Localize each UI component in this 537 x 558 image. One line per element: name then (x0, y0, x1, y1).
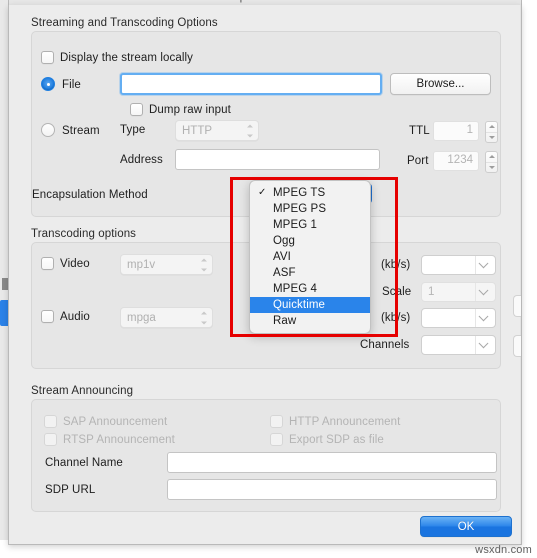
chevron-down-icon (475, 309, 491, 327)
display-stream-locally-label: Display the stream locally (60, 52, 193, 64)
scale-value: 1 (428, 286, 435, 298)
ttl-input[interactable]: 1 (433, 121, 479, 141)
menu-item-mpeg-4[interactable]: MPEG 4 (250, 281, 370, 297)
file-radio[interactable] (41, 77, 55, 91)
ttl-stepper-down[interactable] (486, 131, 497, 143)
port-input[interactable]: 1234 (433, 151, 479, 171)
video-bitrate-unit-label: (kb/s) (381, 259, 411, 271)
stream-type-label: Type (120, 124, 146, 136)
audio-bitrate-combo[interactable] (421, 308, 496, 328)
http-announcement-checkbox[interactable] (270, 415, 283, 428)
menu-item-ogg[interactable]: Ogg (250, 233, 370, 249)
announcing-group-label: Stream Announcing (31, 385, 134, 397)
window-title: Open Source (9, 0, 521, 3)
menu-item-quicktime[interactable]: Quicktime (250, 297, 370, 313)
stream-radio-label: Stream (62, 125, 100, 137)
chevron-down-icon (475, 336, 491, 354)
file-path-input[interactable] (120, 73, 382, 95)
channel-name-input[interactable] (167, 452, 497, 473)
rtsp-announcement-checkbox[interactable] (44, 433, 57, 446)
http-announcement-label: HTTP Announcement (289, 416, 401, 428)
video-checkbox[interactable] (41, 257, 54, 270)
menu-item-label: MPEG 1 (273, 219, 318, 231)
menu-item-label: Quicktime (273, 299, 326, 311)
transcoding-group-label: Transcoding options (31, 228, 137, 240)
chevron-down-icon (475, 283, 491, 301)
menu-item-label: MPEG PS (273, 203, 327, 215)
ttl-label: TTL (409, 125, 430, 137)
audio-codec-value: mpga (127, 311, 156, 324)
video-codec-value: mp1v (127, 258, 156, 271)
chevron-down-icon (475, 256, 491, 274)
port-stepper-down[interactable] (486, 161, 497, 173)
ttl-stepper-up[interactable] (486, 122, 497, 132)
port-label: Port (407, 155, 429, 167)
ok-button[interactable]: OK (420, 516, 512, 537)
menu-item-mpeg-ts[interactable]: ✓ MPEG TS (250, 185, 370, 201)
browse-button[interactable]: Browse... (390, 73, 491, 95)
watermark: wsxdn.com (475, 544, 532, 556)
address-input[interactable] (175, 149, 380, 170)
rtsp-announcement-label: RTSP Announcement (63, 434, 175, 446)
dump-raw-input-label: Dump raw input (149, 104, 231, 116)
export-sdp-checkbox[interactable] (270, 433, 283, 446)
menu-item-label: ASF (273, 267, 296, 279)
sap-announcement-label: SAP Announcement (63, 416, 168, 428)
menu-item-label: MPEG 4 (273, 283, 318, 295)
menu-item-raw[interactable]: Raw (250, 313, 370, 329)
video-bitrate-combo[interactable] (421, 255, 496, 275)
menu-item-avi[interactable]: AVI (250, 249, 370, 265)
encapsulation-method-label: Encapsulation Method (32, 189, 148, 201)
encapsulation-method-menu[interactable]: ✓ MPEG TS MPEG PS MPEG 1 Ogg AVI ASF MPEG 4 Quic… (249, 180, 371, 334)
display-stream-locally-checkbox[interactable] (41, 51, 54, 64)
streaming-group-label: Streaming and Transcoding Options (31, 17, 218, 29)
dump-raw-input-checkbox[interactable] (130, 103, 143, 116)
sdp-url-label: SDP URL (45, 484, 96, 496)
video-codec-popup[interactable]: mp1v (120, 254, 213, 275)
sdp-url-input[interactable] (167, 479, 497, 500)
side-tab-lower[interactable] (513, 335, 521, 357)
chevron-updown-icon (200, 311, 207, 324)
audio-checkbox[interactable] (41, 310, 54, 323)
audio-bitrate-unit-label: (kb/s) (381, 312, 411, 324)
menu-item-label: AVI (273, 251, 291, 263)
chevron-updown-icon (200, 258, 207, 271)
side-tab-upper[interactable] (513, 295, 521, 317)
channel-name-label: Channel Name (45, 457, 123, 469)
menu-item-mpeg-ps[interactable]: MPEG PS (250, 201, 370, 217)
stream-type-value: HTTP (182, 124, 213, 137)
export-sdp-label: Export SDP as file (289, 434, 384, 446)
sap-announcement-checkbox[interactable] (44, 415, 57, 428)
stream-radio[interactable] (41, 123, 55, 137)
scale-combo[interactable]: 1 (421, 282, 496, 302)
menu-item-label: Ogg (273, 235, 296, 247)
check-icon: ✓ (258, 187, 267, 198)
stream-type-popup[interactable]: HTTP (175, 120, 259, 141)
menu-item-mpeg-1[interactable]: MPEG 1 (250, 217, 370, 233)
port-stepper-up[interactable] (486, 152, 497, 162)
port-stepper[interactable] (485, 151, 498, 173)
menu-item-asf[interactable]: ASF (250, 265, 370, 281)
audio-label: Audio (60, 311, 90, 323)
audio-codec-popup[interactable]: mpga (120, 307, 213, 328)
dialog-right-edge (520, 5, 522, 545)
channels-combo[interactable] (421, 335, 496, 355)
chevron-updown-icon (246, 124, 253, 137)
file-radio-label: File (62, 79, 81, 91)
menu-item-label: Raw (273, 315, 297, 327)
video-label: Video (60, 258, 90, 270)
address-label: Address (120, 154, 163, 166)
channels-label: Channels (360, 339, 410, 351)
screenshot-root: Open Source Streaming and Transcoding Op… (0, 0, 537, 558)
ttl-stepper[interactable] (485, 121, 498, 143)
menu-item-label: MPEG TS (273, 187, 326, 199)
scale-label: Scale (382, 286, 412, 298)
